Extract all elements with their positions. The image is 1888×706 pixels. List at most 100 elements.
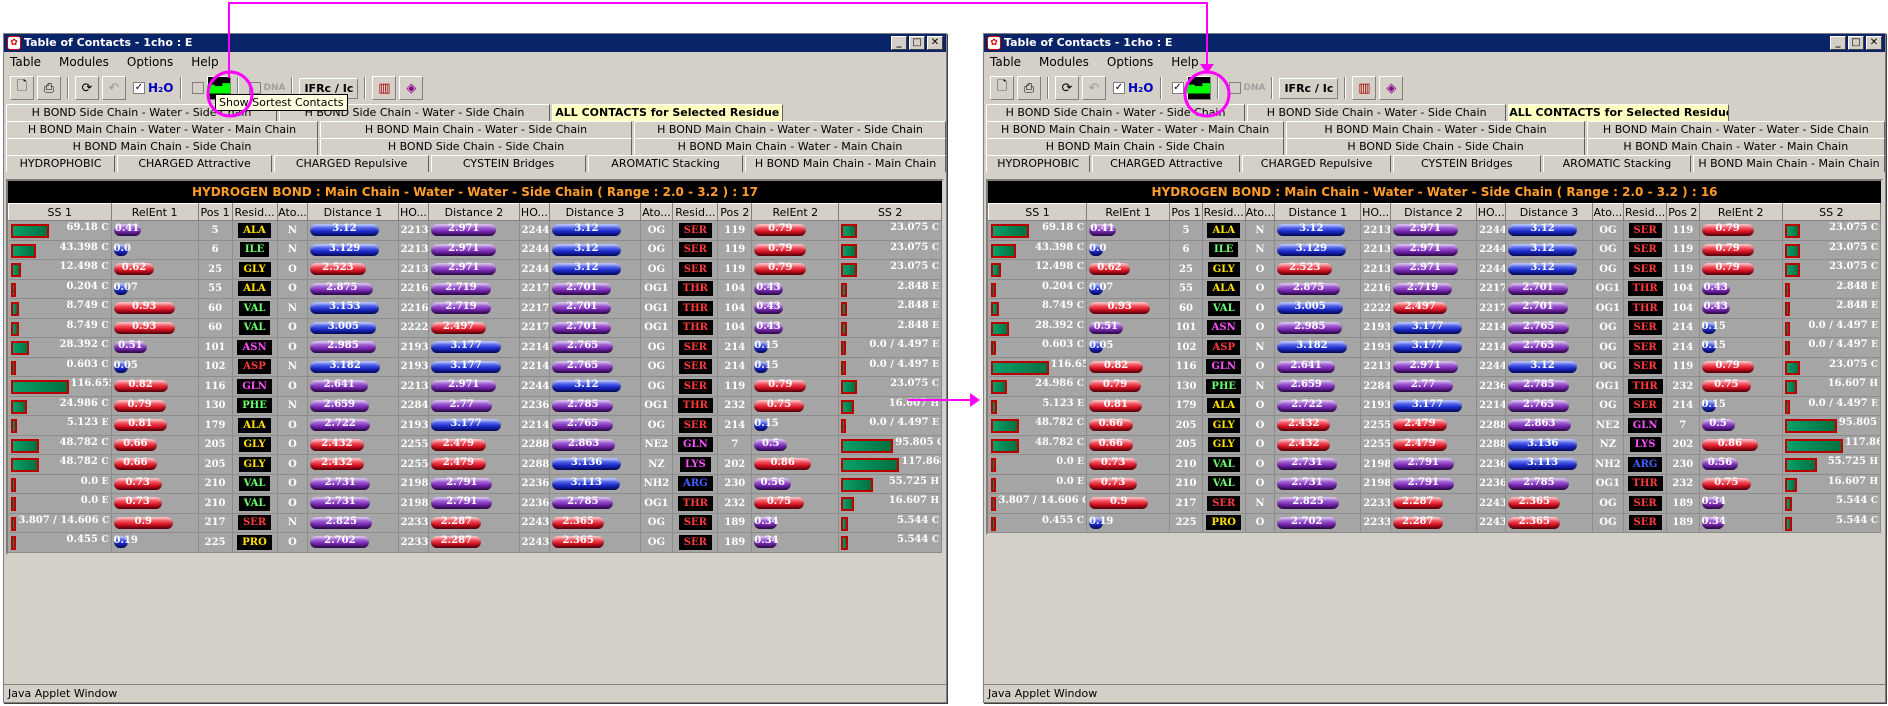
table-row[interactable]: 69.18 C 0.41 5 ALA N 3.12 2213 2.971 2244 3.12 OG S… xyxy=(8,220,942,241)
column-header[interactable]: Distance 3 xyxy=(1505,203,1593,221)
tab-hbond-mc-w-sc[interactable]: H BOND Main Chain - Water - Side Chain xyxy=(320,121,632,138)
column-header[interactable]: Resid... xyxy=(1623,203,1668,221)
column-header[interactable]: RelEnt 1 xyxy=(110,203,199,221)
table-row[interactable]: 5.123 E 0.81 179 ALA O 2.722 2193 3.177 2214 2.76… xyxy=(8,415,942,436)
column-header[interactable]: Resid... xyxy=(672,203,719,221)
column-header[interactable]: HO... xyxy=(397,203,430,221)
column-header[interactable]: Resid... xyxy=(1201,203,1246,221)
menu-modules[interactable]: Modules xyxy=(1037,55,1091,69)
table-row[interactable]: 12.498 C 0.62 25 GLY O 2.523 2213 2.971 2244 3.12… xyxy=(988,259,1882,280)
column-header[interactable]: Resid... xyxy=(231,203,278,221)
tab-hbond-mc-mc[interactable]: H BOND Main Chain - Main Chain xyxy=(1693,155,1885,172)
menu-options[interactable]: Options xyxy=(1105,55,1155,69)
menu-modules[interactable]: Modules xyxy=(57,55,111,69)
column-header[interactable]: Distance 3 xyxy=(549,203,641,221)
column-header[interactable]: SS 1 xyxy=(8,203,112,221)
undo-icon[interactable]: ↶ xyxy=(102,76,126,100)
table-row[interactable]: 8.749 C 0.93 60 VAL O 3.005 2222 2.497 2217 2.701… xyxy=(8,318,942,338)
shortest-contacts-checkbox[interactable] xyxy=(191,82,204,94)
table-row[interactable]: 0.0 E 0.73 210 VAL O 2.731 2198 2.791 2236 2.785 O… xyxy=(988,474,1882,494)
tab-hbond-mc-sc[interactable]: H BOND Main Chain - Side Chain xyxy=(6,138,318,155)
table-row[interactable]: 48.782 C 0.66 205 GLY O 2.432 2255 2.479 2288 3.1… xyxy=(8,454,942,475)
books-icon[interactable]: ▥ xyxy=(1352,76,1377,100)
close-button[interactable]: ✕ xyxy=(927,36,943,50)
column-header[interactable]: Ato... xyxy=(276,203,309,221)
tab-aromatic-stacking[interactable]: AROMATIC Stacking xyxy=(1542,155,1691,172)
column-header[interactable]: Ato... xyxy=(1591,203,1625,221)
tab-charged-attractive[interactable]: CHARGED Attractive xyxy=(117,155,273,172)
table-row[interactable]: 116.655 C 0.82 116 GLN O 2.641 2213 2.971 2244 3.… xyxy=(988,357,1882,377)
column-header[interactable]: RelEnt 2 xyxy=(751,203,840,221)
table-row[interactable]: 0.204 C 0.07 55 ALA O 2.875 2216 2.719 2217 2.701… xyxy=(8,279,942,299)
menu-help[interactable]: Help xyxy=(1169,55,1200,69)
table-row[interactable]: 0.0 E 0.73 210 VAL O 2.731 2198 2.791 2236 3.113 N… xyxy=(8,474,942,494)
table-row[interactable]: 48.782 C 0.66 205 GLY O 2.432 2255 2.479 2288 2.8… xyxy=(988,415,1882,436)
table-row[interactable]: 0.0 E 0.73 210 VAL O 2.731 2198 2.791 2236 2.785 O… xyxy=(8,493,942,514)
refresh-icon[interactable]: ⟳ xyxy=(1055,76,1079,100)
new-document-icon[interactable]: 🗋 xyxy=(10,76,34,100)
table-row[interactable]: 48.782 C 0.66 205 GLY O 2.432 2255 2.479 2288 2.8… xyxy=(8,435,942,455)
column-header[interactable]: Pos 1 xyxy=(1169,203,1203,221)
column-header[interactable]: SS 2 xyxy=(1781,203,1882,221)
close-button[interactable]: ✕ xyxy=(1866,36,1882,50)
column-header[interactable]: Distance 2 xyxy=(1389,203,1478,221)
table-row[interactable]: 48.782 C 0.66 205 GLY O 2.432 2255 2.479 2288 3.1… xyxy=(988,435,1882,455)
table-row[interactable]: 116.655 C 0.82 116 GLN O 2.641 2213 2.971 2244 3.… xyxy=(8,376,942,397)
dna-checkbox[interactable] xyxy=(1228,82,1241,94)
table-row[interactable]: 0.204 C 0.07 55 ALA O 2.875 2216 2.719 2217 2.701… xyxy=(988,279,1882,299)
table-row[interactable]: 8.749 C 0.93 60 VAL O 3.005 2222 2.497 2217 2.701… xyxy=(988,298,1882,319)
table-row[interactable]: 5.123 E 0.81 179 ALA O 2.722 2193 3.177 2214 2.76… xyxy=(988,396,1882,416)
refresh-icon[interactable]: ⟳ xyxy=(75,76,99,100)
tab-hbond-mc-w-w-mc[interactable]: H BOND Main Chain - Water - Water - Main… xyxy=(986,121,1285,138)
table-row[interactable]: 24.986 C 0.79 130 PHE N 2.659 2284 2.77 2236 2.78… xyxy=(988,376,1882,397)
column-header[interactable]: RelEnt 2 xyxy=(1698,203,1783,221)
table-row[interactable]: 0.603 C 0.05 102 ASP N 3.182 2193 3.177 2214 2.76… xyxy=(988,337,1882,358)
water-checkbox[interactable]: ✓ xyxy=(133,82,145,94)
column-header[interactable]: HO... xyxy=(518,203,551,221)
undo-icon[interactable]: ↶ xyxy=(1082,76,1106,100)
shortest-contacts-icon[interactable]: ▆▅▇ xyxy=(1186,76,1211,100)
tab-charged-attractive[interactable]: CHARGED Attractive xyxy=(1092,155,1241,172)
title-bar[interactable]: ✿ Table of Contacts - 1cho : E _ □ ✕ xyxy=(984,34,1885,52)
table-row[interactable]: 43.398 C 0.0 6 ILE N 3.129 2213 2.971 2244 3.12 OG… xyxy=(8,240,942,260)
table-row[interactable]: 69.18 C 0.41 5 ALA N 3.12 2213 2.971 2244 3.12 OG S… xyxy=(988,220,1882,241)
menu-table[interactable]: Table xyxy=(988,55,1023,69)
tab-hbond-mc-mc[interactable]: H BOND Main Chain - Main Chain xyxy=(745,155,946,172)
tab-hydrophobic[interactable]: HYDROPHOBIC xyxy=(986,155,1091,172)
maximize-button[interactable]: □ xyxy=(1848,36,1864,50)
tab-hbond-mc-w-mc[interactable]: H BOND Main Chain - Water - Main Chain xyxy=(634,138,946,155)
column-header[interactable]: RelEnt 1 xyxy=(1086,203,1171,221)
tab-all-contacts[interactable]: ALL CONTACTS for Selected Residue xyxy=(551,104,783,121)
tab-cystein-bridges[interactable]: CYSTEIN Bridges xyxy=(1392,155,1541,172)
menu-table[interactable]: Table xyxy=(8,55,43,69)
table-row[interactable]: 28.392 C 0.51 101 ASN O 2.985 2193 3.177 2214 2.7… xyxy=(988,318,1882,338)
table-row[interactable]: 0.455 C 0.19 225 PRO O 2.702 2233 2.287 2243 2.36… xyxy=(8,532,942,553)
tab-hbond-mc-w-w-mc[interactable]: H BOND Main Chain - Water - Water - Main… xyxy=(6,121,318,138)
column-header[interactable]: SS 2 xyxy=(838,203,942,221)
column-header[interactable]: Distance 1 xyxy=(1274,203,1362,221)
maximize-button[interactable]: □ xyxy=(909,36,925,50)
books-icon[interactable]: ▥ xyxy=(372,76,397,100)
column-header[interactable]: Ato... xyxy=(1244,203,1276,221)
column-header[interactable]: HO... xyxy=(1360,203,1391,221)
table-row[interactable]: 0.0 E 0.73 210 VAL O 2.731 2198 2.791 2236 3.113 N… xyxy=(988,454,1882,475)
tab-hbond-mc-w-sc[interactable]: H BOND Main Chain - Water - Side Chain xyxy=(1286,121,1585,138)
book-icon[interactable]: ◈ xyxy=(399,76,424,100)
table-row[interactable]: 8.749 C 0.93 60 VAL N 3.153 2216 2.719 2217 2.701… xyxy=(8,298,942,319)
table-row[interactable]: 43.398 C 0.0 6 ILE N 3.129 2213 2.971 2244 3.12 OG… xyxy=(988,240,1882,260)
water-checkbox[interactable]: ✓ xyxy=(1113,82,1125,94)
column-header[interactable]: Pos 1 xyxy=(197,203,233,221)
new-document-icon[interactable]: 🗋 xyxy=(990,76,1014,100)
menu-options[interactable]: Options xyxy=(125,55,175,69)
tab-hbond-mc-sc[interactable]: H BOND Main Chain - Side Chain xyxy=(986,138,1285,155)
column-header[interactable]: Ato... xyxy=(639,203,674,221)
shortest-contacts-checkbox[interactable]: ✓ xyxy=(1171,82,1184,94)
column-header[interactable]: Pos 2 xyxy=(1666,203,1700,221)
column-header[interactable]: Distance 1 xyxy=(307,203,399,221)
tab-hbond-mc-w-w-sc[interactable]: H BOND Main Chain - Water - Water - Side… xyxy=(1586,121,1885,138)
table-row[interactable]: 0.603 C 0.05 102 ASP N 3.182 2193 3.177 2214 2.76… xyxy=(8,357,942,377)
tab-hbond-sc-sc[interactable]: H BOND Side Chain - Side Chain xyxy=(1286,138,1585,155)
tab-hbond-sc-w-sc-2[interactable]: H BOND Side Chain - Water - Side Chain xyxy=(1247,104,1507,121)
print-icon[interactable]: ⎙ xyxy=(37,76,61,100)
print-icon[interactable]: ⎙ xyxy=(1017,76,1041,100)
